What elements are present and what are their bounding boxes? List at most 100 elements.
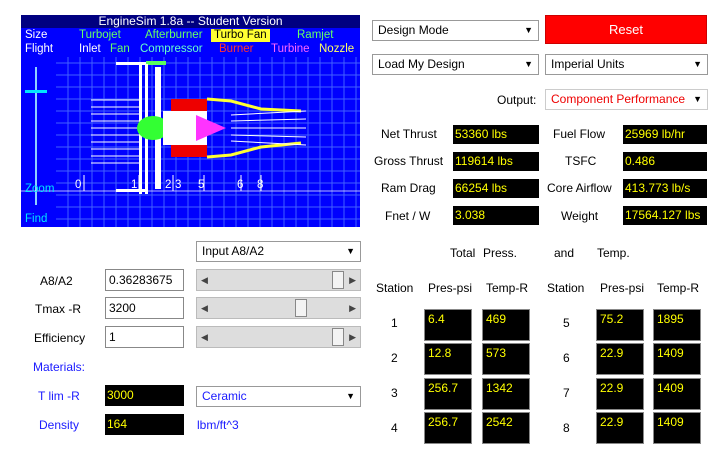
density-value: 164: [105, 414, 184, 435]
weight-label: Weight: [561, 209, 599, 223]
header-and: and: [554, 246, 575, 260]
chevron-down-icon: ▼: [524, 59, 533, 69]
arrow-left-icon[interactable]: ◀: [201, 327, 208, 347]
reset-button[interactable]: Reset: [545, 15, 707, 44]
engine-type-turbofan[interactable]: Turbo Fan: [211, 29, 270, 42]
header-press: Press.: [483, 246, 518, 260]
station-tick-0: 0: [75, 179, 82, 191]
component-burner[interactable]: Burner: [219, 43, 254, 56]
viewer-title: EngineSim 1.8a -- Student Version: [21, 15, 360, 28]
station-pres: 12.8: [424, 343, 472, 375]
core-airflow-value: 413.773 lb/s: [623, 179, 707, 198]
arrow-right-icon[interactable]: ▶: [349, 298, 356, 318]
slider-thumb[interactable]: [332, 328, 344, 346]
a8a2-slider[interactable]: ◀ ▶: [196, 269, 361, 291]
station-pres: 22.9: [596, 412, 644, 444]
slider-thumb[interactable]: [332, 271, 344, 289]
arrow-left-icon[interactable]: ◀: [201, 270, 208, 290]
core-airflow-label: Core Airflow: [547, 181, 612, 195]
station-tick-5: 5: [198, 179, 205, 191]
load-design-select[interactable]: Load My Design ▼: [372, 54, 539, 75]
engine-type-ramjet[interactable]: Ramjet: [297, 29, 333, 42]
net-thrust-value: 53360 lbs: [453, 125, 539, 144]
efficiency-label: Efficiency: [34, 331, 86, 345]
station-temp: 469: [482, 309, 530, 341]
slider-thumb[interactable]: [295, 299, 307, 317]
output-label: Output:: [497, 93, 537, 107]
station-number: 8: [563, 421, 570, 435]
station-tick-3: 3: [175, 179, 182, 191]
density-unit: lbm/ft^3: [197, 418, 239, 432]
output-select[interactable]: Component Performance ▼: [545, 89, 708, 110]
station-number: 2: [391, 351, 398, 365]
chevron-down-icon: ▼: [524, 25, 533, 35]
station-temp: 1409: [653, 378, 701, 410]
arrow-right-icon[interactable]: ▶: [349, 270, 356, 290]
flight-label[interactable]: Flight: [25, 43, 53, 56]
station-number: 1: [391, 316, 398, 330]
efficiency-slider[interactable]: ◀ ▶: [196, 326, 361, 348]
material-select[interactable]: Ceramic ▼: [196, 386, 361, 407]
station-pres: 22.9: [596, 378, 644, 410]
engine-viewer[interactable]: EngineSim 1.8a -- Student Version Size F…: [21, 15, 360, 227]
station-tick-8: 8: [257, 179, 264, 191]
load-design-select-value: Load My Design: [378, 57, 465, 71]
station-tick-1: 1: [131, 179, 138, 191]
fuel-flow-label: Fuel Flow: [553, 127, 606, 141]
station-pres: 6.4: [424, 309, 472, 341]
gross-thrust-value: 119614 lbs: [453, 152, 539, 171]
efficiency-input[interactable]: 1: [105, 326, 184, 348]
chevron-down-icon: ▼: [346, 391, 355, 401]
mode-select-value: Design Mode: [378, 23, 449, 37]
component-inlet[interactable]: Inlet: [79, 43, 101, 56]
station-number: 6: [563, 351, 570, 365]
tmax-slider[interactable]: ◀ ▶: [196, 297, 361, 319]
density-label: Density: [39, 418, 80, 432]
fuel-flow-value: 25969 lb/hr: [623, 125, 707, 144]
header-total: Total: [450, 246, 476, 260]
chevron-down-icon: ▼: [693, 59, 702, 69]
component-compressor[interactable]: Compressor: [140, 43, 203, 56]
find-button[interactable]: Find: [25, 213, 47, 226]
pres-col-label-right: Pres-psi: [600, 281, 645, 295]
station-number: 3: [391, 386, 398, 400]
component-nozzle[interactable]: Nozzle: [319, 43, 354, 56]
weight-value: 17564.127 lbs: [623, 206, 707, 225]
net-thrust-label: Net Thrust: [381, 127, 437, 141]
arrow-right-icon[interactable]: ▶: [349, 327, 356, 347]
station-pres: 256.7: [424, 378, 472, 410]
tlim-label: T lim -R: [38, 389, 80, 403]
station-number: 5: [563, 316, 570, 330]
mode-select[interactable]: Design Mode ▼: [372, 20, 539, 41]
engine-type-turbojet[interactable]: Turbojet: [79, 29, 121, 42]
materials-label: Materials:: [33, 360, 86, 374]
tsfc-value: 0.486: [623, 152, 707, 171]
station-tick-6: 6: [237, 179, 244, 191]
engine-type-afterburner[interactable]: Afterburner: [145, 29, 203, 42]
station-pres: 256.7: [424, 412, 472, 444]
station-temp: 1895: [653, 309, 701, 341]
chevron-down-icon: ▼: [693, 94, 702, 104]
header-temp: Temp.: [597, 246, 630, 260]
component-turbine[interactable]: Turbine: [271, 43, 310, 56]
tmax-input[interactable]: 3200: [105, 297, 184, 319]
output-select-value: Component Performance: [551, 92, 686, 106]
size-label[interactable]: Size: [25, 29, 47, 42]
units-select[interactable]: Imperial Units ▼: [545, 54, 708, 75]
chevron-down-icon: ▼: [346, 246, 355, 256]
station-col-label-right: Station: [547, 281, 585, 295]
tlim-value: 3000: [105, 385, 184, 406]
fnet-w-label: Fnet / W: [385, 209, 431, 223]
input-selector[interactable]: Input A8/A2 ▼: [196, 241, 361, 262]
fnet-w-value: 3.038: [453, 206, 539, 225]
station-temp: 1342: [482, 378, 530, 410]
tsfc-label: TSFC: [565, 154, 597, 168]
station-pres: 75.2: [596, 309, 644, 341]
zoom-label[interactable]: Zoom: [25, 183, 54, 196]
a8a2-input[interactable]: 0.36283675: [105, 269, 184, 291]
component-fan[interactable]: Fan: [110, 43, 130, 56]
arrow-left-icon[interactable]: ◀: [201, 298, 208, 318]
ram-drag-label: Ram Drag: [381, 181, 436, 195]
pres-col-label-left: Pres-psi: [428, 281, 473, 295]
station-number: 4: [391, 421, 398, 435]
